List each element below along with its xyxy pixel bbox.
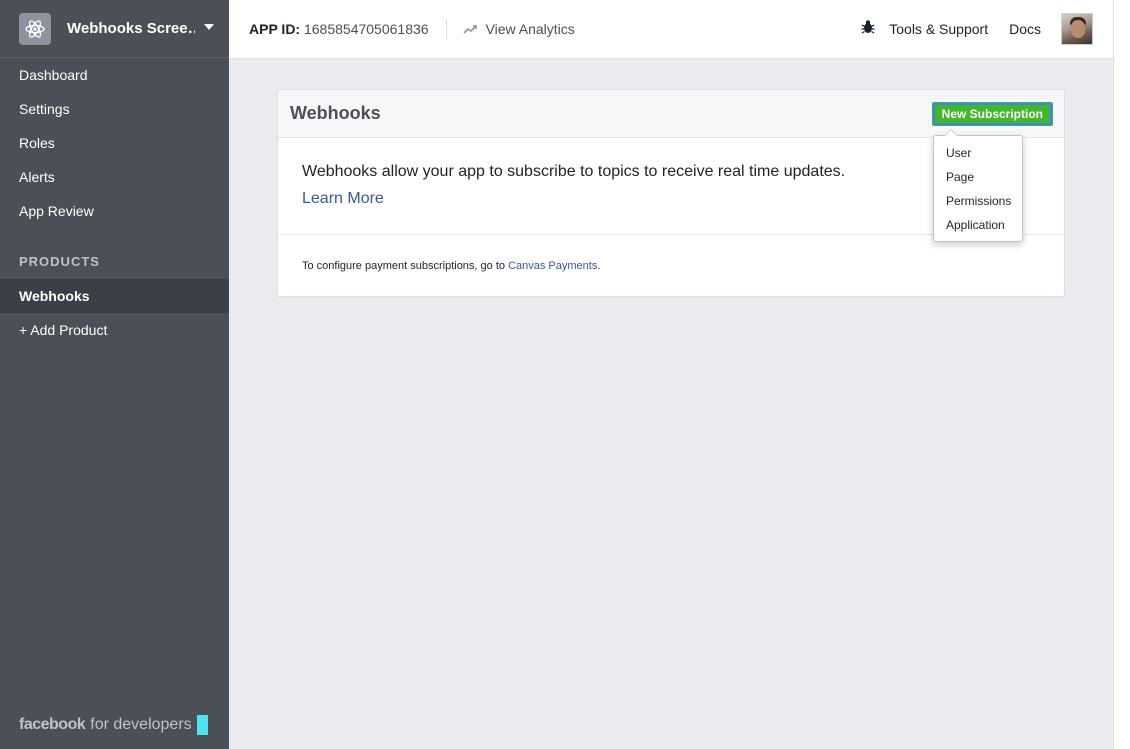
- menu-item-application[interactable]: Application: [934, 213, 1022, 237]
- right-edge-panel: [1113, 0, 1130, 749]
- caret-down-icon[interactable]: [204, 23, 214, 30]
- subscription-dropdown-menu: User Page Permissions Application: [933, 129, 1023, 242]
- sidebar-nav: Dashboard Settings Roles Alerts App Revi…: [0, 58, 229, 347]
- avatar[interactable]: [1061, 13, 1093, 45]
- menu-item-permissions[interactable]: Permissions: [934, 189, 1022, 213]
- bug-icon[interactable]: [861, 19, 875, 39]
- canvas-payments-link[interactable]: Canvas Payments: [508, 260, 597, 272]
- docs-link[interactable]: Docs: [1009, 21, 1041, 37]
- app-id-value: 1685854705061836: [303, 21, 429, 37]
- menu-item-user[interactable]: User: [934, 141, 1022, 165]
- view-analytics-label: View Analytics: [485, 21, 575, 37]
- tools-support-link[interactable]: Tools & Support: [889, 21, 988, 37]
- sidebar-item-webhooks[interactable]: Webhooks: [0, 279, 229, 313]
- top-bar: APP ID: 1685854705061836 View Analytics: [229, 0, 1113, 59]
- app-switcher[interactable]: Webhooks Scree…: [0, 0, 229, 58]
- sidebar-item-alerts[interactable]: Alerts: [0, 160, 229, 194]
- footer-suffix: .: [597, 260, 601, 272]
- card-title: Webhooks: [290, 103, 381, 123]
- trending-up-icon: [462, 21, 477, 37]
- atom-icon: [19, 12, 51, 45]
- app-name: Webhooks Scree…: [67, 20, 195, 37]
- webhooks-description: Webhooks allow your app to subscribe to …: [302, 163, 846, 180]
- learn-more-link[interactable]: Learn More: [302, 190, 384, 208]
- facebook-developers-logo: facebook for developers: [19, 715, 208, 735]
- view-analytics-link[interactable]: View Analytics: [462, 21, 575, 37]
- brand-for-developers: for developers: [90, 716, 192, 733]
- top-right-nav: Tools & Support Docs: [861, 0, 1093, 58]
- sidebar-item-dashboard[interactable]: Dashboard: [0, 58, 229, 92]
- menu-item-page[interactable]: Page: [934, 165, 1022, 189]
- app-id: APP ID: 1685854705061836: [249, 21, 429, 37]
- sidebar-item-roles[interactable]: Roles: [0, 126, 229, 160]
- brand-cursor-block: [196, 715, 208, 735]
- avatar-face: [1071, 20, 1085, 38]
- divider: [445, 19, 447, 39]
- sidebar: Webhooks Scree… Dashboard Settings Roles…: [0, 0, 229, 749]
- sidebar-item-settings[interactable]: Settings: [0, 92, 229, 126]
- footer-text: To configure payment subscriptions, go t…: [302, 260, 509, 272]
- sidebar-item-add-product[interactable]: + Add Product: [0, 313, 229, 347]
- app-id-label: APP ID:: [249, 21, 301, 37]
- new-subscription-button[interactable]: New Subscription: [931, 102, 1053, 126]
- brand-facebook: facebook: [19, 716, 86, 733]
- sidebar-item-app-review[interactable]: App Review: [0, 194, 229, 228]
- products-heading: PRODUCTS: [19, 254, 100, 269]
